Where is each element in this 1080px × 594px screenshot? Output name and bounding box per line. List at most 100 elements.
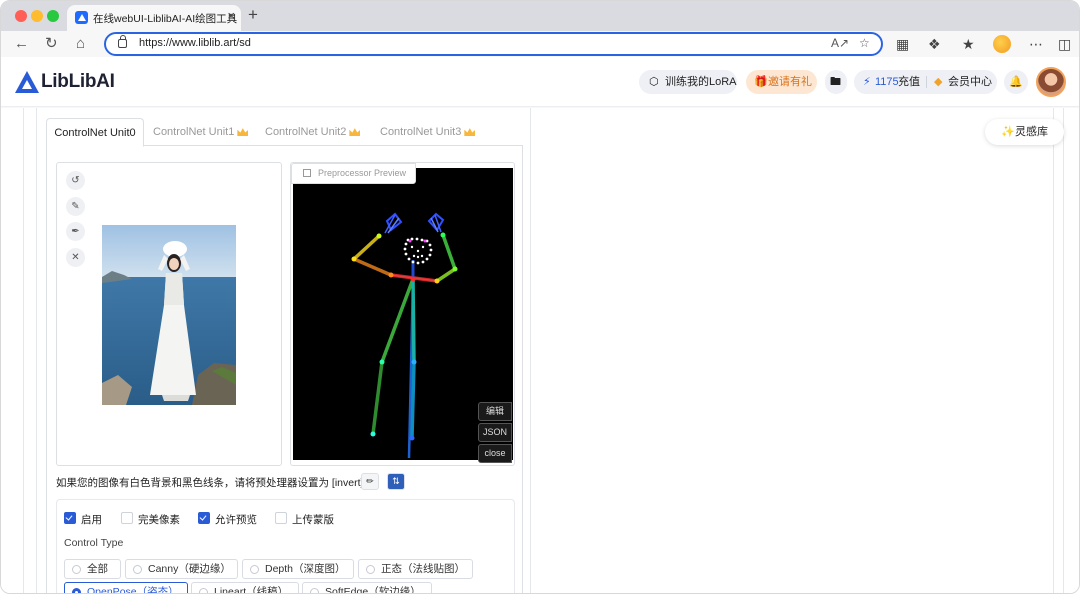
user-avatar[interactable] [1036,67,1066,97]
input-image-dropzone[interactable]: ↺ ✎ ✒ ✕ [56,162,282,466]
control-type-openpose[interactable]: OpenPose（姿态） [64,582,188,593]
train-lora-label: 训练我的LoRA [665,76,737,88]
control-type-depth[interactable]: Depth（深度图） [242,559,354,579]
browser-toolbar: ← ↻ ⌂ https://www.liblib.art/sd A↗ ☆ ▦ ❖… [1,31,1079,57]
more-menu-icon[interactable]: ⋯ [1029,34,1043,54]
tab-label: ControlNet Unit1 [153,126,235,138]
logo-text[interactable]: LibLibAI [41,71,115,93]
control-type-lineart[interactable]: Lineart（线稿） [191,582,299,594]
tab-title: 在线webUI-LiblibAI-AI绘图工具 [93,13,238,25]
uploaded-photo [102,225,236,405]
extensions-icon[interactable]: ❖ [928,34,941,54]
pixel-perfect-label: 完美像素 [138,514,180,526]
control-type-softedge[interactable]: SoftEdge（软边缘） [302,582,432,594]
close-window-button[interactable] [15,10,27,22]
minimize-window-button[interactable] [31,10,43,22]
controlnet-panel: ↺ ✎ ✒ ✕ Preprocessor Preview 编辑 JSON clo… [46,146,523,594]
pixel-perfect-checkbox[interactable]: 完美像素 [121,512,180,527]
controlnet-options: 启用 完美像素 允许预览 上传蒙版 Control Type 全部 Canny（… [56,499,515,594]
train-lora-button[interactable]: ⬡ 训练我的LoRA [639,70,737,94]
pencil-icon[interactable]: ✎ [66,197,85,216]
invert-note: 如果您的图像有白色背景和黑色线条，请将预处理器设置为 [invert]. [56,477,367,489]
premium-crown-icon [464,128,476,137]
liblib-favicon-icon [75,11,88,24]
allow-preview-label: 允许预览 [215,514,257,526]
notification-bell-icon[interactable]: 🔔 [1004,70,1028,94]
url-text: https://www.liblib.art/sd [139,37,251,49]
enable-label: 启用 [81,514,102,526]
collections-icon[interactable]: ▦ [896,34,909,54]
site-header: LibLibAI ⬡ 训练我的LoRA 🎁 邀请有礼 🖿 ⚡ 1175 充值 ◆… [1,57,1079,107]
close-preview-button[interactable]: close [478,444,512,463]
reload-icon[interactable]: ↻ [45,34,58,54]
address-bar[interactable]: https://www.liblib.art/sd A↗ ☆ [104,32,883,56]
tab-label: ControlNet Unit0 [54,127,136,139]
right-rail-border-outer [1063,108,1064,593]
tab-label: ControlNet Unit3 [380,126,462,138]
invite-label: 邀请有礼 [768,76,812,88]
gift-icon: 🎁 [754,76,768,88]
browser-tab-strip: 在线webUI-LiblibAI-AI绘图工具 × + [1,1,1079,31]
tab-label: ControlNet Unit2 [265,126,347,138]
upload-mask-label: 上传蒙版 [292,514,334,526]
tab-close-icon[interactable]: × [227,9,235,23]
premium-crown-icon [349,128,361,137]
lock-icon [118,35,127,48]
credits-pill[interactable]: ⚡ 1175 充值 ◆ 会员中心 [854,70,997,94]
browser-window: 在线webUI-LiblibAI-AI绘图工具 × + ← ↻ ⌂ https:… [0,0,1080,594]
radio-label: Depth（深度图） [265,563,346,575]
magic-wand-icon: ✨ [1001,126,1015,138]
browser-tab-active[interactable]: 在线webUI-LiblibAI-AI绘图工具 × [67,5,241,31]
sidebar-toggle-icon[interactable]: ◫ [1058,34,1071,54]
home-icon[interactable]: ⌂ [76,34,85,54]
diamond-icon: ◆ [934,76,943,88]
folder-button[interactable]: 🖿 [825,70,847,94]
credits-value: 1175 [875,76,899,88]
brush-icon[interactable]: ✒ [66,222,85,241]
read-aloud-icon[interactable]: A↗ [831,36,849,50]
main-content: ✨ 灵感库 ControlNet Unit0 ControlNet Unit1 … [1,108,1079,594]
favorite-star-icon[interactable]: ☆ [859,36,870,50]
invite-button[interactable]: 🎁 邀请有礼 [746,70,817,94]
radio-label: 正态（法线贴图） [381,563,465,575]
tab-controlnet-unit1[interactable]: ControlNet Unit1 [153,118,249,146]
radio-label: Canny（硬边缘） [148,563,231,575]
extension-avatar-icon[interactable] [993,35,1011,53]
edit-pose-button[interactable]: 编辑 [478,402,512,421]
radio-label: Lineart（线稿） [214,586,289,594]
control-type-label: Control Type [64,537,124,549]
right-rail-border [1053,108,1054,593]
preview-label-text: Preprocessor Preview [318,168,407,178]
recharge-link[interactable]: 充值 [898,70,920,94]
left-panel-inner-border [36,108,37,593]
controlnet-tabs: ControlNet Unit0 ControlNet Unit1 Contro… [46,118,523,147]
maximize-window-button[interactable] [47,10,59,22]
preprocessor-preview: Preprocessor Preview 编辑 JSON close [290,162,515,466]
back-arrow-icon[interactable]: ← [14,34,29,54]
clear-image-icon[interactable]: ✕ [66,248,85,267]
pill-divider [926,76,927,88]
preprocessor-preview-label: Preprocessor Preview [291,163,416,184]
json-button[interactable]: JSON [478,423,512,442]
undo-icon[interactable]: ↺ [66,171,85,190]
upload-mask-checkbox[interactable]: 上传蒙版 [275,512,334,527]
new-tab-button[interactable]: + [248,5,258,25]
folder-icon: 🖿 [830,76,841,88]
liblib-logo-icon[interactable] [15,71,39,93]
favorites-icon[interactable]: ★ [962,34,975,54]
tab-controlnet-unit0[interactable]: ControlNet Unit0 [46,118,144,147]
lightning-icon: ⚡ [863,76,871,88]
control-type-all[interactable]: 全部 [64,559,121,579]
control-type-normal[interactable]: 正态（法线贴图） [358,559,473,579]
allow-preview-checkbox[interactable]: 允许预览 [198,512,257,527]
control-type-canny[interactable]: Canny（硬边缘） [125,559,238,579]
pencil-note-button[interactable]: ✏ [361,473,379,490]
tab-controlnet-unit3[interactable]: ControlNet Unit3 [380,118,476,146]
swap-button[interactable]: ⇅ [387,473,405,490]
inspiration-library-button[interactable]: ✨ 灵感库 [985,119,1064,145]
cube-icon: ⬡ [649,76,659,88]
member-center-link[interactable]: 会员中心 [948,70,992,94]
radio-label: SoftEdge（软边缘） [325,586,421,594]
enable-checkbox[interactable]: 启用 [64,512,102,527]
tab-controlnet-unit2[interactable]: ControlNet Unit2 [265,118,361,146]
